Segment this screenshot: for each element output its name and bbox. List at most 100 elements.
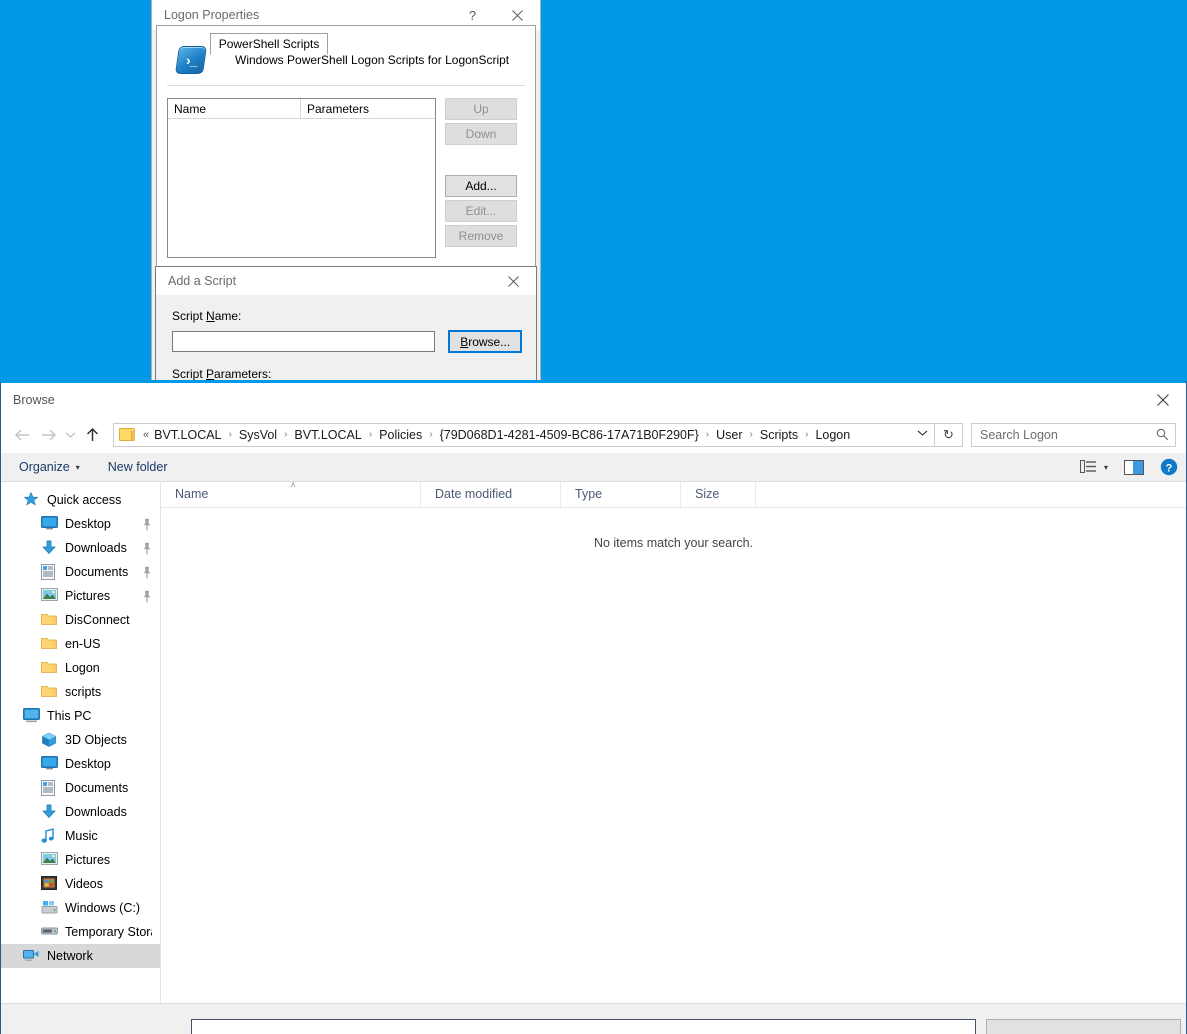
tab-powershell-scripts[interactable]: PowerShell Scripts	[209, 33, 329, 55]
file-list-pane[interactable]: ˄ Name Date modified Type Size No items …	[161, 480, 1186, 1003]
file-name-input[interactable]	[191, 1019, 976, 1034]
up-button[interactable]: Up	[445, 98, 517, 120]
nav-item-label: 3D Objects	[65, 733, 127, 747]
downloads-icon	[41, 540, 59, 556]
nav-item-desktop[interactable]: Desktop	[1, 512, 160, 536]
script-name-input[interactable]	[172, 331, 436, 352]
breadcrumb-item-3[interactable]: Policies	[377, 428, 424, 442]
breadcrumb-item-4[interactable]: {79D068D1-4281-4509-BC86-17A71B0F290F}	[438, 428, 701, 442]
nav-item-label: Temporary Storage	[65, 925, 152, 939]
file-list-header: ˄ Name Date modified Type Size	[161, 480, 1186, 508]
breadcrumb-separator[interactable]: ›	[805, 429, 808, 440]
script-parameters-label: Script Parameters:	[172, 367, 522, 381]
preview-pane-icon[interactable]	[1124, 459, 1144, 475]
search-placeholder: Search Logon	[980, 427, 1058, 442]
forward-arrow-icon[interactable]	[35, 422, 61, 448]
breadcrumb-separator[interactable]: ›	[369, 429, 372, 440]
breadcrumb-separator[interactable]: ›	[429, 429, 432, 440]
breadcrumb-dropdown-icon[interactable]	[910, 429, 934, 440]
navigation-pane[interactable]: Quick access Desktop Downloads Documents Pic…	[1, 482, 161, 1003]
column-header-type-label: Type	[575, 487, 603, 501]
column-header-parameters[interactable]: Parameters	[301, 99, 435, 118]
edit-button[interactable]: Edit...	[445, 200, 517, 222]
nav-item-music[interactable]: Music	[1, 824, 160, 848]
browse-body: Quick access Desktop Downloads Documents Pic…	[1, 480, 1186, 1003]
add-button[interactable]: Add...	[445, 175, 517, 197]
refresh-icon[interactable]: ↻	[935, 422, 963, 447]
nav-item-en-us[interactable]: en-US	[1, 632, 160, 656]
back-arrow-icon[interactable]	[9, 422, 35, 448]
add-a-script-body: Script Name: Browse... Script Parameters…	[156, 295, 536, 381]
nav-item-windows-c[interactable]: Windows (C:)	[1, 896, 160, 920]
nav-item-label: Pictures	[65, 589, 111, 603]
recent-locations-chevron-down-icon[interactable]	[61, 422, 79, 448]
nav-item-label: Videos	[65, 877, 103, 891]
browse-footer	[1, 1003, 1186, 1034]
pin-icon[interactable]	[142, 566, 152, 579]
breadcrumb-item-1[interactable]: SysVol	[237, 428, 279, 442]
breadcrumb[interactable]: « BVT.LOCAL › SysVol › BVT.LOCAL › Polic…	[113, 422, 935, 447]
nav-item-network[interactable]: Network	[1, 944, 160, 968]
help-icon[interactable]: ?	[1160, 458, 1178, 476]
breadcrumb-item-2[interactable]: BVT.LOCAL	[292, 428, 363, 442]
column-header-type[interactable]: Type	[561, 482, 681, 507]
browse-command-bar-right: ▾ ?	[1064, 458, 1178, 476]
breadcrumb-separator[interactable]: ›	[284, 429, 287, 440]
nav-item-documents[interactable]: Documents	[1, 776, 160, 800]
nav-item-documents[interactable]: Documents	[1, 560, 160, 584]
column-header-date-modified-label: Date modified	[435, 487, 513, 501]
nav-item-disconnect[interactable]: DisConnect	[1, 608, 160, 632]
breadcrumb-separator[interactable]: ›	[750, 429, 753, 440]
organize-menu-button[interactable]: Organize ▾	[19, 460, 80, 474]
browse-navigation-bar: « BVT.LOCAL › SysVol › BVT.LOCAL › Polic…	[1, 416, 1186, 453]
down-button[interactable]: Down	[445, 123, 517, 145]
breadcrumb-item-7[interactable]: Logon	[813, 428, 852, 442]
pin-icon[interactable]	[142, 542, 152, 555]
nav-item-label: Music	[65, 829, 98, 843]
downloads-icon	[41, 804, 59, 820]
close-icon[interactable]	[1140, 384, 1186, 416]
nav-item-downloads[interactable]: Downloads	[1, 800, 160, 824]
script-parameters-label-accel: P	[206, 367, 215, 381]
nav-item-scripts[interactable]: scripts	[1, 680, 160, 704]
nav-item-this-pc[interactable]: This PC	[1, 704, 160, 728]
column-header-date-modified[interactable]: Date modified	[421, 482, 561, 507]
close-icon[interactable]	[491, 267, 536, 296]
drive-icon	[41, 900, 59, 916]
breadcrumb-item-6[interactable]: Scripts	[758, 428, 800, 442]
3dobjects-icon	[41, 732, 59, 748]
view-list-icon[interactable]: ▾	[1079, 460, 1108, 474]
script-parameters-label-part1: Script	[172, 367, 207, 381]
column-header-name[interactable]: ˄ Name	[161, 480, 421, 507]
up-arrow-icon[interactable]	[79, 422, 105, 448]
breadcrumb-item-0[interactable]: BVT.LOCAL	[152, 428, 223, 442]
breadcrumb-overflow[interactable]: «	[143, 429, 149, 441]
nav-item-downloads[interactable]: Downloads	[1, 536, 160, 560]
new-folder-button[interactable]: New folder	[108, 460, 168, 474]
script-name-label-part1: Script	[172, 309, 207, 323]
nav-item-quick-access[interactable]: Quick access	[1, 488, 160, 512]
column-header-size[interactable]: Size	[681, 482, 756, 507]
remove-button[interactable]: Remove	[445, 225, 517, 247]
nav-item-label: Windows (C:)	[65, 901, 141, 915]
nav-item-pictures[interactable]: Pictures	[1, 848, 160, 872]
pin-icon[interactable]	[142, 590, 152, 603]
nav-item-3d-objects[interactable]: 3D Objects	[1, 728, 160, 752]
breadcrumb-item-5[interactable]: User	[714, 428, 744, 442]
nav-item-label: scripts	[65, 685, 102, 699]
breadcrumb-separator[interactable]: ›	[706, 429, 709, 440]
nav-item-desktop[interactable]: Desktop	[1, 752, 160, 776]
pin-icon[interactable]	[142, 518, 152, 531]
file-type-combo[interactable]	[986, 1019, 1181, 1034]
scripts-listview[interactable]: Name Parameters	[167, 98, 436, 258]
breadcrumb-separator[interactable]: ›	[229, 429, 232, 440]
column-header-name[interactable]: Name	[168, 99, 301, 118]
star-icon	[23, 491, 41, 508]
nav-item-videos[interactable]: Videos	[1, 872, 160, 896]
browse-button[interactable]: Browse...	[448, 330, 522, 353]
nav-item-logon[interactable]: Logon	[1, 656, 160, 680]
nav-item-pictures[interactable]: Pictures	[1, 584, 160, 608]
column-header-size-label: Size	[695, 487, 720, 501]
search-input[interactable]: Search Logon	[971, 422, 1176, 447]
nav-item-temporary-storage[interactable]: Temporary Storage	[1, 920, 160, 944]
